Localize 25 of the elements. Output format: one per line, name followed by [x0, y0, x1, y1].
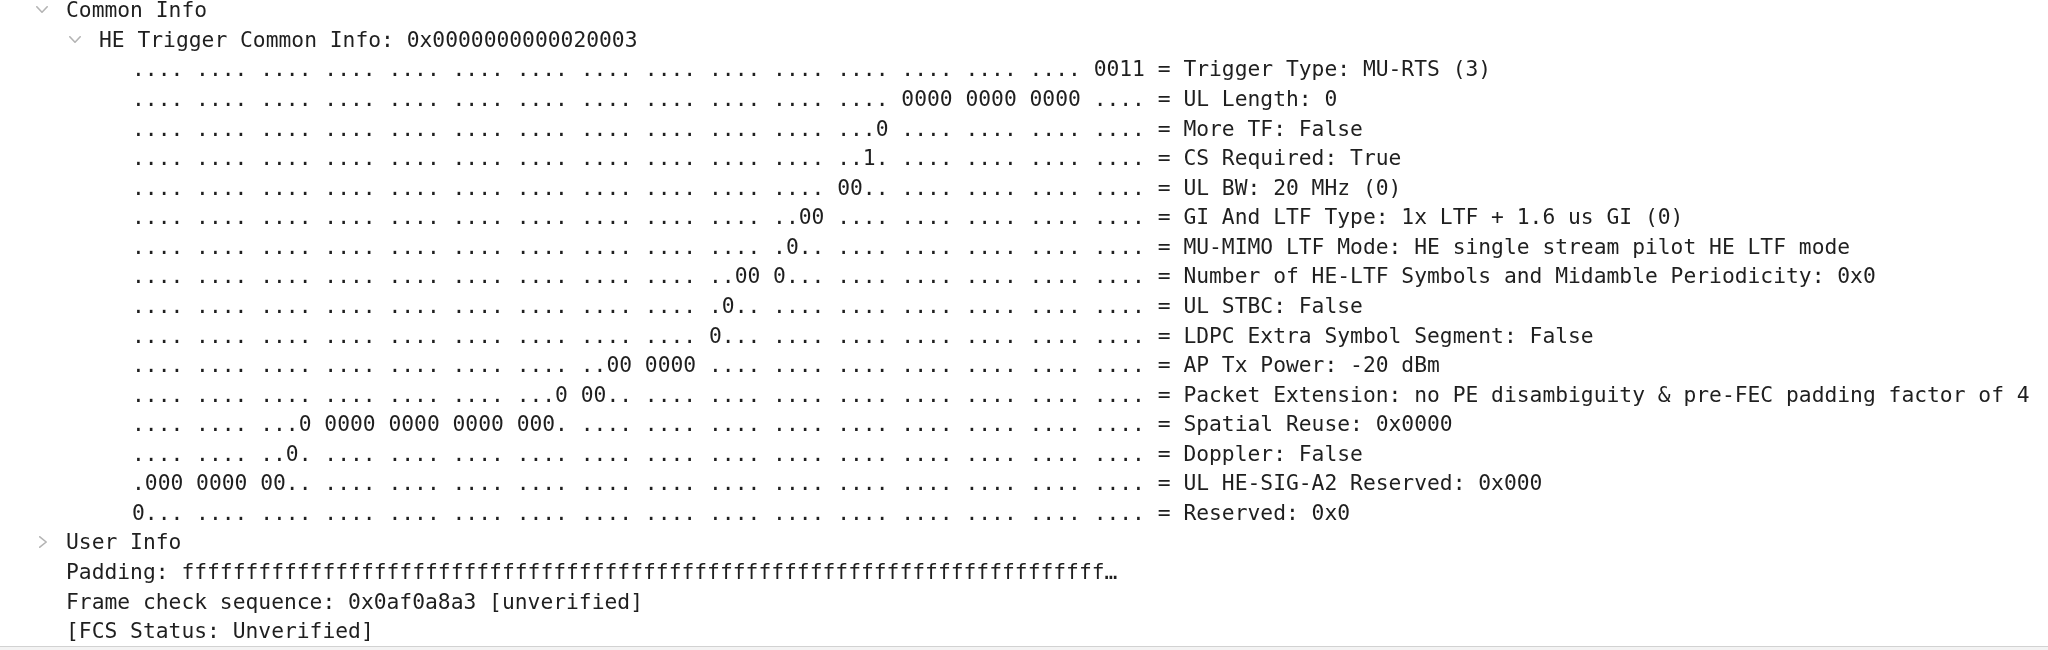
tree-item[interactable]: .... .... .... .... .... .... .... .... .... .... .0.. .... .... .... .... .... = MU-MIMO LTF Mode: HE single stream pilot HE LTF mode — [132, 235, 1851, 258]
tree-item[interactable]: Common Info — [66, 0, 208, 21]
chevron-down-icon[interactable] — [69, 36, 81, 44]
tree-item[interactable]: .... .... ...0 0000 0000 0000 000. .... .... .... .... .... .... .... .... .... = Spatial Reuse: 0x0000 — [132, 413, 1453, 435]
tree-item[interactable]: .... .... ..0. .... .... .... .... .... .... .... .... .... .... .... .... .... = Doppler: False — [132, 442, 1363, 465]
tree-item[interactable]: [FCS Status: Unverified] — [66, 620, 374, 642]
tree-item[interactable]: .... .... .... .... .... .... .... .... .... .... .... .... 0000 0000 0000 .... = UL Length: 0 — [132, 88, 1338, 110]
tree-item[interactable]: .... .... .... .... .... .... .... .... .... .0.. .... .... .... .... .... .... = UL STBC: False — [132, 294, 1363, 317]
tree-item[interactable]: .000 0000 00.. .... .... .... .... .... .... .... .... .... .... .... .... .... = UL HE-SIG-A2 Reserved: 0x000 — [132, 472, 1543, 494]
tree-item[interactable]: .... .... .... .... .... .... .... .... .... .... .... ..1. .... .... .... .... = CS Required: True — [132, 147, 1402, 169]
tree-item[interactable]: 0... .... .... .... .... .... .... .... .... .... .... .... .... .... .... .... = Reserved: 0x0 — [132, 501, 1351, 524]
tree-item[interactable]: Padding: ffffffffffffffffffffffffffffffffffffffffffffffffffffffffffffffffffffffff… — [66, 561, 1118, 583]
tree-item[interactable]: Frame check sequence: 0x0af0a8a3 [unverified] — [66, 590, 643, 612]
tree-item[interactable]: .... .... .... .... .... .... .... ..00 0000 .... .... .... .... .... .... .... = AP Tx Power: -20 dBm — [132, 354, 1440, 376]
tree-item[interactable]: User Info — [66, 531, 182, 553]
tree-item[interactable]: .... .... .... .... .... .... .... .... .... .... .... ...0 .... .... .... .... = More TF: False — [132, 117, 1363, 139]
tree-item[interactable]: .... .... .... .... .... .... .... .... .... .... ..00 .... .... .... .... .... = GI And LTF Type: 1x LTF + 1.6 us GI (0) — [132, 206, 1684, 228]
tree-item[interactable]: HE Trigger Common Info: 0x0000000000020003 — [99, 28, 638, 51]
tree-item[interactable]: .... .... .... .... .... .... .... .... .... .... .... .... .... .... .... 0011 = Trigger Type: MU-RTS (3) — [132, 58, 1492, 80]
tree-item[interactable]: .... .... .... .... .... .... .... .... .... 0... .... .... .... .... .... .... = LDPC Extra Symbol Segment: False — [132, 324, 1594, 346]
chevron-down-icon[interactable] — [36, 6, 48, 14]
tree-item[interactable]: .... .... .... .... .... .... ...0 00.. .... .... .... .... .... .... .... .... = Packet Extension: no PE disambiguity & pre-FEC padding factor of 4 — [132, 383, 2030, 405]
tree-item[interactable]: .... .... .... .... .... .... .... .... .... ..00 0... .... .... .... .... .... = Number of HE-LTF Symbols and Midamble Periodicity: 0x0 — [132, 265, 1876, 287]
tree-item[interactable]: .... .... .... .... .... .... .... .... .... .... .... 00.. .... .... .... .... = UL BW: 20 MHz (0) — [132, 176, 1402, 198]
chevron-right-icon[interactable] — [39, 536, 47, 549]
